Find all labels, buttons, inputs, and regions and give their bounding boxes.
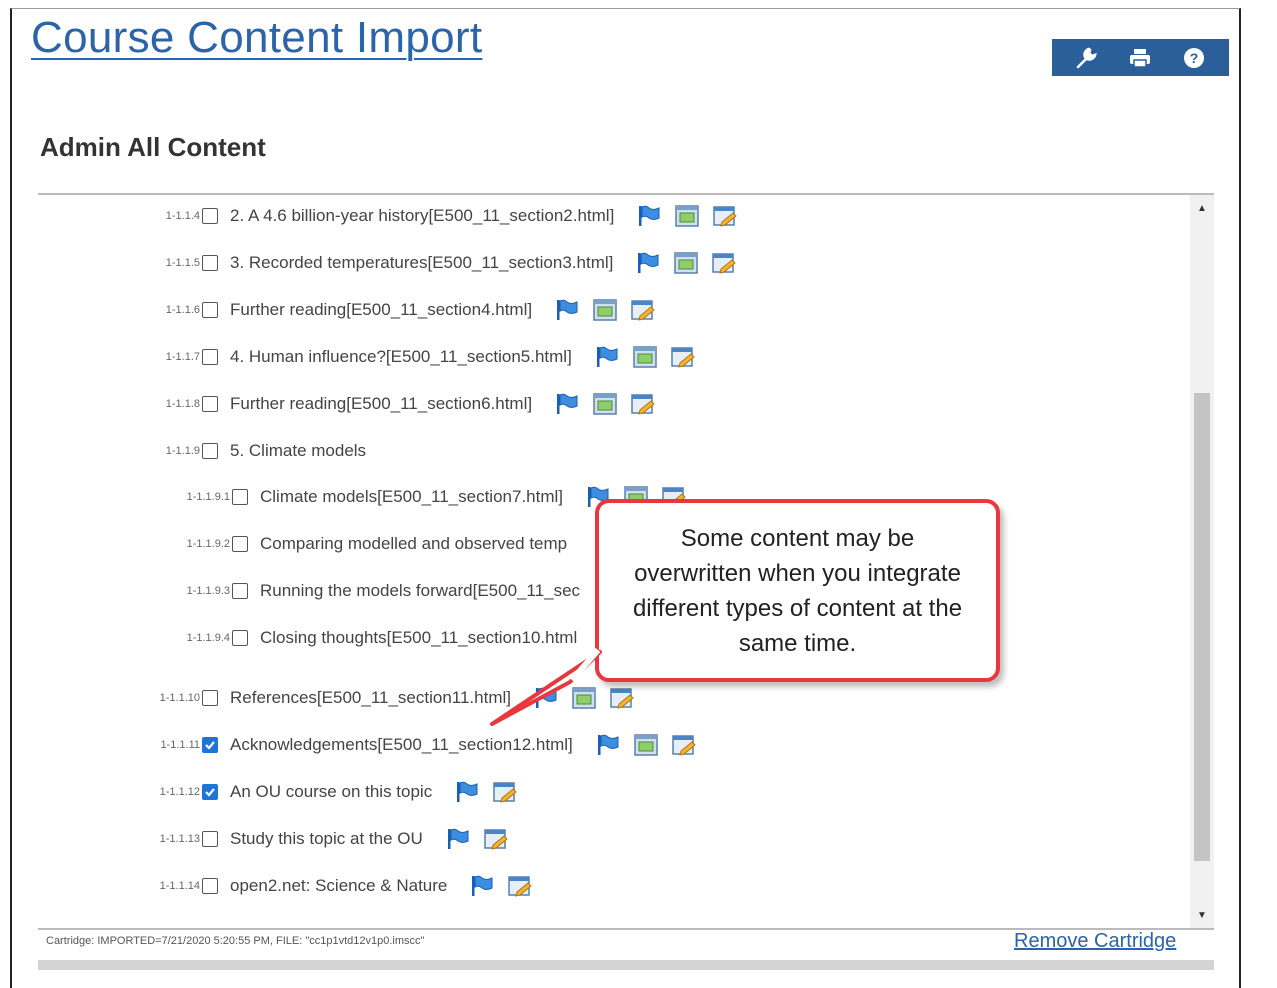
horizontal-scrollbar[interactable] (38, 960, 1214, 970)
item-checkbox[interactable] (202, 690, 218, 706)
item-label: Running the models forward[E500_11_sec (260, 581, 581, 600)
section-title: Admin All Content (40, 132, 266, 162)
tree-item: 1-1.1.9.2 Comparing modelled and observed… (186, 531, 577, 557)
edit-icon[interactable] (712, 204, 738, 228)
item-label: 2. A 4.6 billion-year history[E500_11_se… (230, 206, 615, 225)
item-number: 1-1.1.9.4 (186, 632, 230, 644)
tree-item: 1-1.1.5 3. Recorded temperatures[E500_11_… (156, 250, 737, 276)
preview-icon[interactable] (673, 251, 699, 275)
callout-pointer (490, 648, 602, 726)
print-icon[interactable] (1125, 43, 1155, 73)
scroll-up-icon[interactable]: ▲ (1190, 197, 1214, 219)
flag-icon[interactable] (454, 780, 480, 804)
tree-item: 1-1.1.12 An OU course on this topic (156, 779, 518, 805)
item-checkbox[interactable] (232, 583, 248, 599)
item-number: 1-1.1.12 (159, 786, 200, 798)
edit-icon[interactable] (483, 827, 509, 851)
scrollbar-thumb[interactable] (1194, 393, 1210, 861)
item-label: An OU course on this topic (230, 782, 433, 801)
preview-icon[interactable] (592, 392, 618, 416)
item-checkbox[interactable] (232, 489, 248, 505)
item-label: 3. Recorded temperatures[E500_11_section… (230, 253, 614, 272)
flag-icon[interactable] (554, 392, 580, 416)
preview-icon[interactable] (633, 733, 659, 757)
edit-icon[interactable] (671, 733, 697, 757)
item-number: 1-1.1.8 (165, 398, 200, 410)
item-number: 1-1.1.4 (165, 210, 200, 222)
preview-icon[interactable] (674, 204, 700, 228)
item-label: Comparing modelled and observed temp (260, 534, 568, 553)
item-number: 1-1.1.7 (165, 351, 200, 363)
edit-icon[interactable] (507, 874, 533, 898)
item-number: 1-1.1.6 (165, 304, 200, 316)
item-checkbox[interactable] (202, 737, 218, 753)
item-label: Study this topic at the OU (230, 829, 423, 848)
help-icon[interactable]: ? (1179, 43, 1209, 73)
edit-icon[interactable] (492, 780, 518, 804)
item-checkbox[interactable] (202, 349, 218, 365)
remove-cartridge-link[interactable]: Remove Cartridge (1014, 930, 1176, 953)
flag-icon[interactable] (635, 251, 661, 275)
tree-item: 1-1.1.6 Further reading[E500_11_section4.… (156, 297, 656, 323)
page-title[interactable]: Course Content Import (31, 13, 482, 63)
tree-item: 1-1.1.7 4. Human influence?[E500_11_secti… (156, 344, 696, 370)
warning-callout: Some content may be overwritten when you… (595, 499, 1000, 682)
edit-icon[interactable] (711, 251, 737, 275)
item-number: 1-1.1.9 (165, 445, 200, 457)
item-label: 4. Human influence?[E500_11_section5.htm… (230, 347, 572, 366)
tree-item: 1-1.1.13 Study this topic at the OU (156, 826, 509, 852)
tree-item: 1-1.1.8 Further reading[E500_11_section6.… (156, 391, 656, 417)
item-number: 1-1.1.9.1 (186, 491, 230, 503)
item-checkbox[interactable] (202, 208, 218, 224)
item-checkbox[interactable] (202, 831, 218, 847)
flag-icon[interactable] (594, 345, 620, 369)
flag-icon[interactable] (554, 298, 580, 322)
preview-icon[interactable] (632, 345, 658, 369)
item-number: 1-1.1.5 (165, 257, 200, 269)
item-number: 1-1.1.9.3 (186, 585, 230, 597)
callout-text: Some content may be overwritten when you… (632, 524, 963, 657)
edit-icon[interactable] (630, 298, 656, 322)
item-number: 1-1.1.11 (160, 739, 200, 751)
item-number: 1-1.1.14 (159, 880, 200, 892)
item-number: 1-1.1.10 (159, 692, 200, 704)
item-checkbox[interactable] (202, 302, 218, 318)
item-label: Climate models[E500_11_section7.html] (260, 487, 564, 506)
cartridge-info: Cartridge: IMPORTED=7/21/2020 5:20:55 PM… (46, 935, 425, 947)
item-checkbox[interactable] (202, 878, 218, 894)
flag-icon[interactable] (445, 827, 471, 851)
tree-item: 1-1.1.9.3 Running the models forward[E500… (186, 578, 590, 604)
item-checkbox[interactable] (232, 536, 248, 552)
flag-icon[interactable] (469, 874, 495, 898)
tree-item: 1-1.1.4 2. A 4.6 billion-year history[E50… (156, 203, 738, 229)
item-label: open2.net: Science & Nature (230, 876, 448, 895)
item-checkbox[interactable] (202, 255, 218, 271)
svg-text:?: ? (1190, 50, 1199, 66)
item-number: 1-1.1.9.2 (186, 538, 230, 550)
item-number: 1-1.1.13 (159, 833, 200, 845)
item-label: Further reading[E500_11_section6.html] (230, 394, 533, 413)
item-checkbox[interactable] (202, 443, 218, 459)
tree-item: 1-1.1.9 5. Climate models (156, 438, 376, 464)
scroll-down-icon[interactable]: ▼ (1190, 904, 1214, 926)
tree-item: 1-1.1.14 open2.net: Science & Nature (156, 873, 533, 899)
edit-icon[interactable] (670, 345, 696, 369)
item-label: 5. Climate models (230, 441, 367, 460)
item-checkbox[interactable] (232, 630, 248, 646)
item-label: Further reading[E500_11_section4.html] (230, 300, 533, 319)
flag-icon[interactable] (595, 733, 621, 757)
item-label: References[E500_11_section11.html] (230, 688, 511, 707)
wrench-icon[interactable] (1072, 43, 1102, 73)
item-checkbox[interactable] (202, 784, 218, 800)
tree-item: 1-1.1.11 Acknowledgements[E500_11_section… (156, 732, 697, 758)
flag-icon[interactable] (636, 204, 662, 228)
item-label: Acknowledgements[E500_11_section12.html] (230, 735, 573, 754)
toolbar: ? (1052, 39, 1229, 76)
vertical-scrollbar[interactable]: ▲ ▼ (1190, 195, 1214, 928)
edit-icon[interactable] (630, 392, 656, 416)
item-checkbox[interactable] (202, 396, 218, 412)
preview-icon[interactable] (592, 298, 618, 322)
